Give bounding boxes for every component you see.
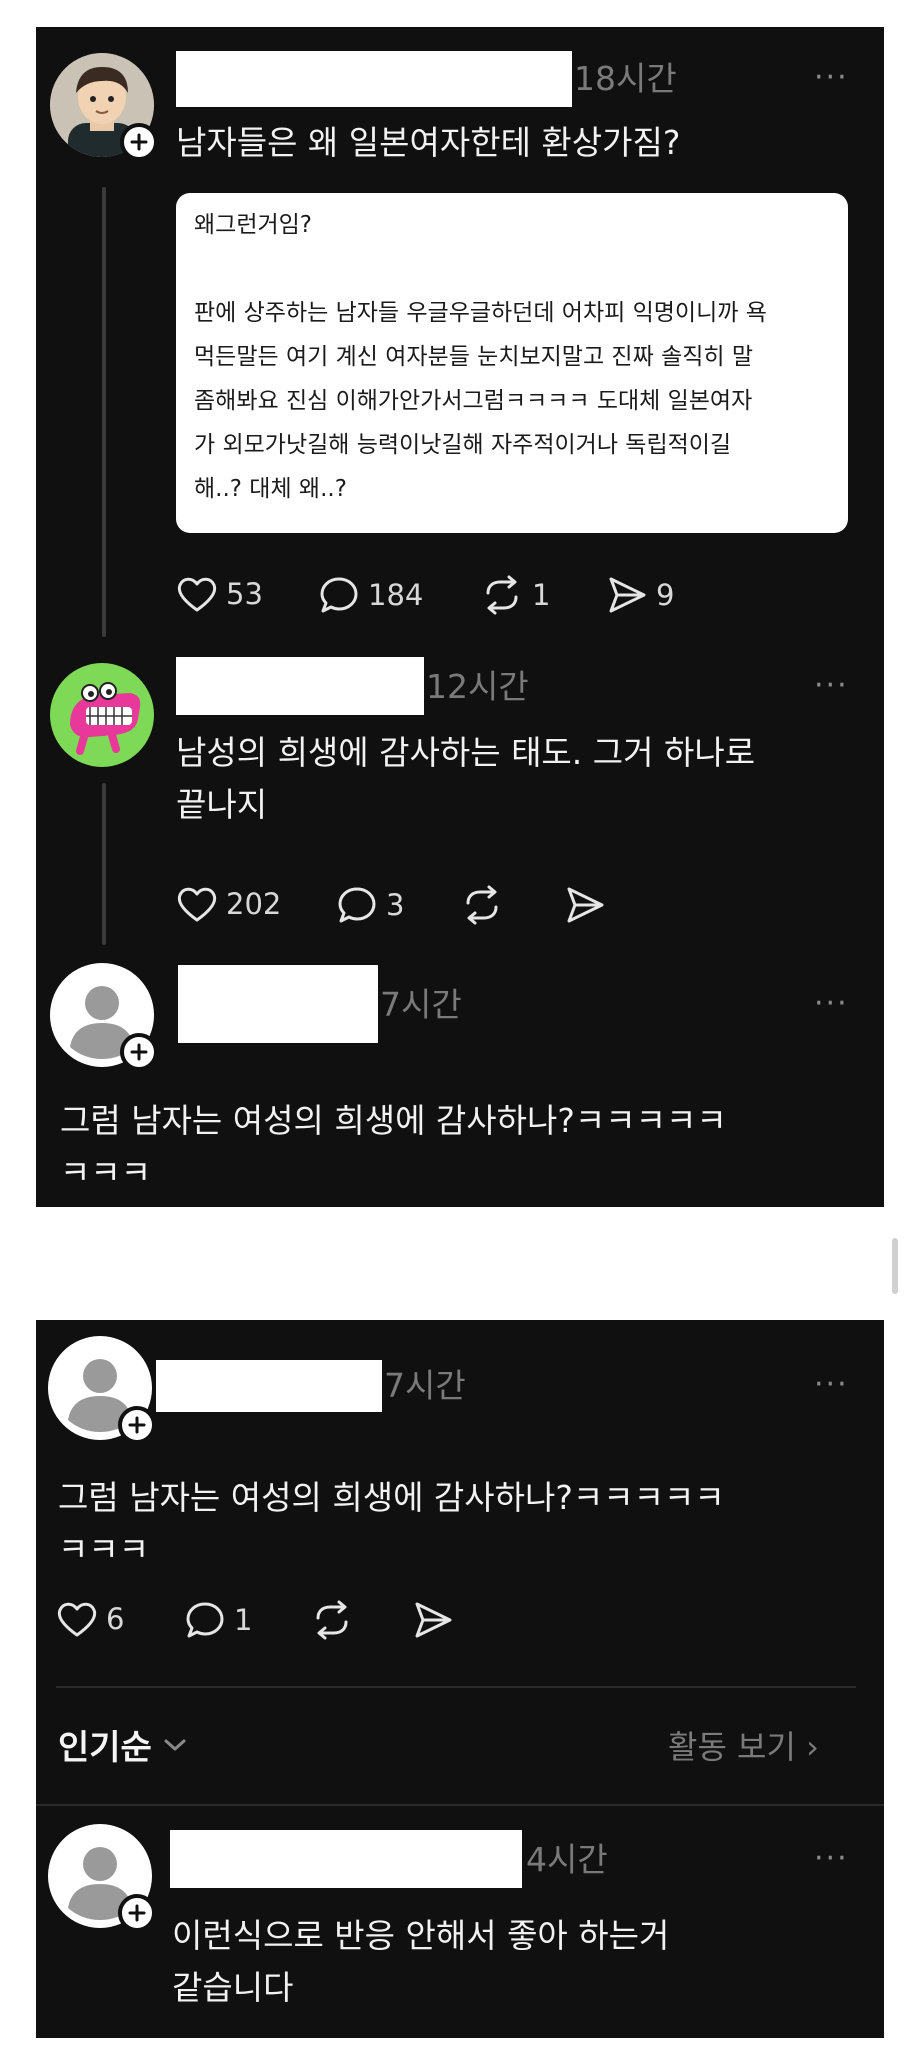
quote-line: 판에 상주하는 남자들 우글우글하던데 어차피 익명이니까 욕 bbox=[194, 300, 767, 326]
comment-time: 7시간 bbox=[384, 1366, 466, 1405]
more-options-button[interactable]: ··· bbox=[814, 1844, 849, 1874]
comment-line: ㅋㅋㅋ bbox=[58, 1530, 150, 1569]
heart-icon bbox=[57, 1602, 97, 1637]
more-options-button[interactable]: ··· bbox=[814, 989, 849, 1019]
reply-line: 남성의 희생에 감사하는 태도. 그거 하나로 bbox=[176, 733, 756, 772]
quote-line: 왜그런거임? bbox=[194, 212, 313, 238]
comment-text: 그럼 남자는 여성의 희생에 감사하나?ㅋㅋㅋㅋㅋ ㅋㅋㅋ bbox=[58, 1472, 725, 1576]
comment-bubble-icon bbox=[186, 1602, 224, 1638]
send-icon bbox=[609, 577, 646, 613]
thread-panel-bottom: 7시간 ··· 그럼 남자는 여성의 희생에 감사하나?ㅋㅋㅋㅋㅋ ㅋㅋㅋ 6 … bbox=[36, 1320, 884, 2038]
reply-time: 7시간 bbox=[380, 985, 462, 1024]
like-count: 202 bbox=[226, 887, 282, 921]
reply-text: 남성의 희생에 감사하는 태도. 그거 하나로 끝나지 bbox=[176, 727, 755, 831]
heart-icon bbox=[177, 887, 217, 922]
follow-plus-button[interactable] bbox=[118, 1406, 156, 1444]
repost-icon bbox=[316, 1600, 348, 1640]
plus-icon bbox=[130, 1043, 148, 1061]
quote-line: 가 외모가낫길해 능력이낫길해 자주적이거나 독립적이길 bbox=[194, 432, 732, 458]
heart-icon bbox=[177, 577, 217, 612]
comment-count: 3 bbox=[386, 888, 405, 922]
reply-time: 12시간 bbox=[426, 667, 529, 706]
divider bbox=[56, 1686, 856, 1688]
quote-line: 해..? 대체 왜..? bbox=[194, 476, 347, 502]
send-icon bbox=[567, 887, 604, 923]
more-options-button[interactable]: ··· bbox=[814, 671, 849, 701]
post-text: 남자들은 왜 일본여자한테 환상가짐? bbox=[176, 123, 681, 162]
sort-dropdown[interactable]: 인기순 bbox=[58, 1720, 188, 1769]
comment-line: 그럼 남자는 여성의 희생에 감사하나?ㅋㅋㅋㅋㅋ bbox=[58, 1478, 725, 1517]
quote-line bbox=[194, 247, 830, 291]
user-avatar[interactable] bbox=[50, 53, 158, 163]
repost-icon bbox=[466, 885, 498, 925]
thread-line bbox=[102, 187, 106, 637]
plus-icon bbox=[128, 1416, 146, 1434]
quoted-post-card[interactable]: 왜그런거임? 판에 상주하는 남자들 우글우글하던데 어차피 익명이니까 욕 먹… bbox=[176, 193, 848, 533]
share-button[interactable] bbox=[412, 1600, 454, 1640]
crocodile-avatar-icon bbox=[50, 663, 154, 767]
quote-line: 좀해봐요 진심 이해가안가서그럼ㅋㅋㅋㅋ 도대체 일본여자 bbox=[194, 388, 753, 414]
reply-line: 그럼 남자는 여성의 희생에 감사하나?ㅋㅋㅋㅋㅋ bbox=[60, 1101, 727, 1140]
follow-plus-button[interactable] bbox=[120, 123, 158, 161]
reply-text: 그럼 남자는 여성의 희생에 감사하나?ㅋㅋㅋㅋㅋ ㅋㅋㅋ bbox=[60, 1095, 727, 1199]
reply-text: 이런식으로 반응 안해서 좋아 하는거 같습니다 bbox=[172, 1910, 669, 2014]
sort-label: 인기순 bbox=[58, 1728, 152, 1768]
chevron-down-icon bbox=[164, 1739, 186, 1750]
thread-panel-top: 18시간 ··· 남자들은 왜 일본여자한테 환상가짐? 왜그런거임? 판에 상… bbox=[36, 27, 884, 1207]
divider bbox=[36, 1804, 884, 1806]
more-options-button[interactable]: ··· bbox=[814, 63, 849, 93]
share-button[interactable] bbox=[564, 885, 606, 925]
scroll-indicator bbox=[892, 1238, 898, 1294]
plus-icon bbox=[128, 1904, 146, 1922]
like-count: 53 bbox=[226, 577, 263, 611]
plus-icon bbox=[130, 133, 148, 151]
reply-line: 끝나지 bbox=[176, 785, 268, 824]
quote-line: 먹든말든 여기 계신 여자분들 눈치보지말고 진짜 솔직히 말 bbox=[194, 344, 754, 370]
reply-line: 이런식으로 반응 안해서 좋아 하는거 bbox=[172, 1916, 670, 1955]
comment-button[interactable]: 3 bbox=[336, 885, 404, 925]
redacted-username[interactable] bbox=[156, 1360, 382, 1412]
comment-button[interactable]: 184 bbox=[318, 575, 423, 615]
user-avatar[interactable] bbox=[48, 1336, 156, 1444]
user-avatar[interactable] bbox=[50, 963, 158, 1071]
share-button[interactable]: 9 bbox=[606, 575, 674, 615]
like-button[interactable]: 6 bbox=[56, 1600, 124, 1638]
more-options-button[interactable]: ··· bbox=[814, 1370, 849, 1400]
user-avatar[interactable] bbox=[48, 1824, 156, 1932]
follow-plus-button[interactable] bbox=[118, 1894, 156, 1932]
reply-time: 4시간 bbox=[526, 1840, 608, 1879]
follow-plus-button[interactable] bbox=[120, 1033, 158, 1071]
redacted-username[interactable] bbox=[170, 1830, 522, 1888]
comment-button[interactable]: 1 bbox=[184, 1600, 252, 1640]
repost-button[interactable]: 1 bbox=[480, 575, 550, 615]
like-button[interactable]: 53 bbox=[176, 575, 263, 613]
comment-bubble-icon bbox=[338, 887, 376, 923]
reply-line: 같습니다 bbox=[172, 1968, 294, 2007]
repost-button[interactable] bbox=[310, 1600, 354, 1640]
thread-line bbox=[102, 783, 106, 945]
reply-line: ㅋㅋㅋ bbox=[60, 1153, 152, 1192]
post-time: 18시간 bbox=[574, 59, 677, 98]
redacted-username[interactable] bbox=[178, 965, 378, 1043]
like-count: 6 bbox=[106, 1602, 125, 1636]
like-button[interactable]: 202 bbox=[176, 885, 281, 923]
repost-icon bbox=[486, 575, 518, 615]
redacted-username[interactable] bbox=[176, 51, 572, 107]
comment-count: 184 bbox=[368, 578, 424, 612]
view-activity-link[interactable]: 활동 보기 › bbox=[668, 1722, 819, 1768]
send-icon bbox=[415, 1602, 452, 1638]
user-avatar[interactable] bbox=[50, 663, 154, 767]
comment-count: 1 bbox=[234, 1603, 253, 1637]
repost-count: 1 bbox=[532, 578, 551, 612]
comment-bubble-icon bbox=[320, 577, 358, 613]
share-count: 9 bbox=[656, 578, 675, 612]
redacted-username[interactable] bbox=[176, 657, 424, 715]
repost-button[interactable] bbox=[460, 885, 504, 925]
